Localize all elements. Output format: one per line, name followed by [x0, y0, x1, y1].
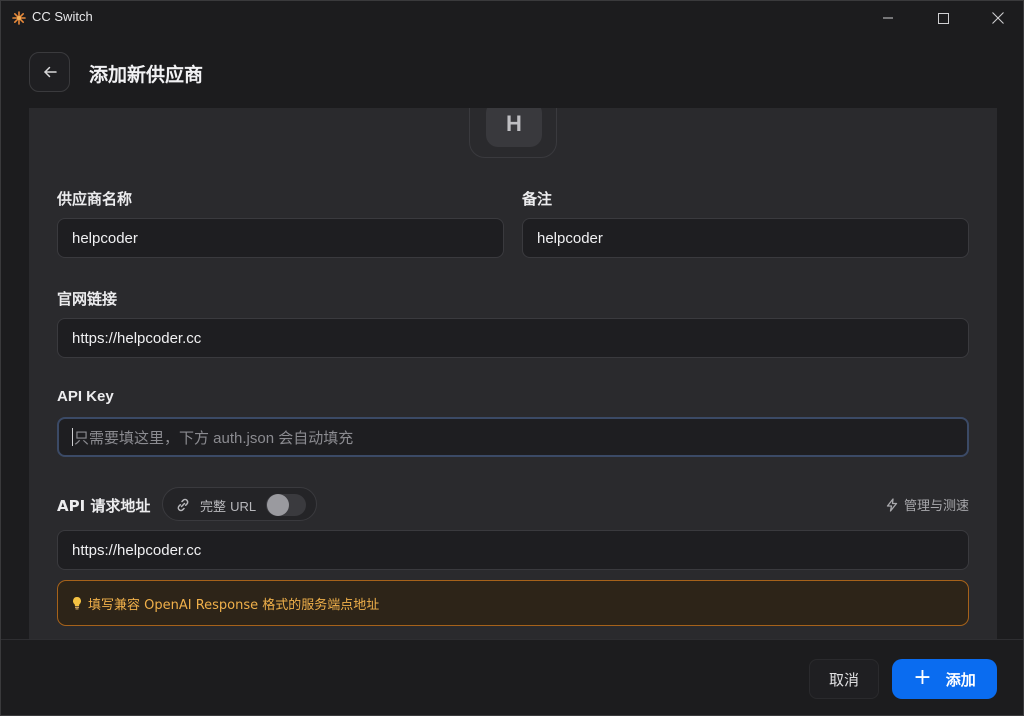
- footer-bar: 取消 + 添加: [1, 639, 1023, 715]
- endpoint-label: API 请求地址: [57, 497, 151, 515]
- close-icon: [992, 12, 1004, 24]
- page-title: 添加新供应商: [89, 64, 204, 86]
- provider-name-input[interactable]: helpcoder: [57, 218, 504, 258]
- sunburst-icon: [11, 10, 27, 26]
- minimize-icon: [883, 17, 893, 19]
- lightbulb-icon: [72, 596, 82, 610]
- full-url-switch[interactable]: [266, 494, 306, 516]
- plus-icon: +: [913, 665, 932, 690]
- cancel-button[interactable]: 取消: [809, 659, 879, 699]
- maximize-button[interactable]: [920, 1, 966, 35]
- switch-knob: [267, 494, 289, 516]
- close-button[interactable]: [975, 1, 1021, 35]
- title-bar: CC Switch: [1, 1, 1023, 35]
- api-key-placeholder: 只需要填这里，下方 auth.json 会自动填充: [74, 429, 354, 447]
- website-label: 官网链接: [57, 290, 118, 308]
- full-url-label: 完整 URL: [200, 499, 257, 515]
- back-button[interactable]: [29, 52, 70, 92]
- link-icon: [175, 497, 191, 517]
- maximize-icon: [937, 12, 949, 24]
- website-input[interactable]: https://helpcoder.cc: [57, 318, 969, 358]
- note-input[interactable]: helpcoder: [522, 218, 969, 258]
- avatar: H: [486, 108, 542, 147]
- full-url-toggle-chip[interactable]: 完整 URL: [162, 487, 317, 521]
- provider-avatar-frame[interactable]: H: [469, 108, 557, 158]
- app-window: CC Switch 添加新供应商 H 供应商名称 helpcoder 备注 he…: [0, 0, 1024, 716]
- add-button[interactable]: + 添加: [892, 659, 997, 699]
- provider-form: H 供应商名称 helpcoder 备注 helpcoder 官网链接 http…: [29, 108, 997, 639]
- lightning-icon: [886, 497, 898, 512]
- window-title: CC Switch: [32, 9, 93, 24]
- api-key-input[interactable]: 只需要填这里，下方 auth.json 会自动填充: [57, 417, 969, 457]
- note-label: 备注: [522, 190, 553, 208]
- add-button-label: 添加: [945, 670, 976, 689]
- minimize-button[interactable]: [865, 1, 911, 35]
- text-caret: [72, 428, 73, 446]
- endpoint-input[interactable]: https://helpcoder.cc: [57, 530, 969, 570]
- arrow-left-icon: [43, 66, 57, 78]
- provider-name-label: 供应商名称: [57, 190, 133, 208]
- manage-and-speedtest-link[interactable]: 管理与测速: [885, 495, 969, 514]
- page-header: 添加新供应商: [1, 35, 1023, 108]
- endpoint-hint: 填写兼容 OpenAI Response 格式的服务端点地址: [57, 580, 969, 626]
- api-key-label: API Key: [57, 388, 114, 405]
